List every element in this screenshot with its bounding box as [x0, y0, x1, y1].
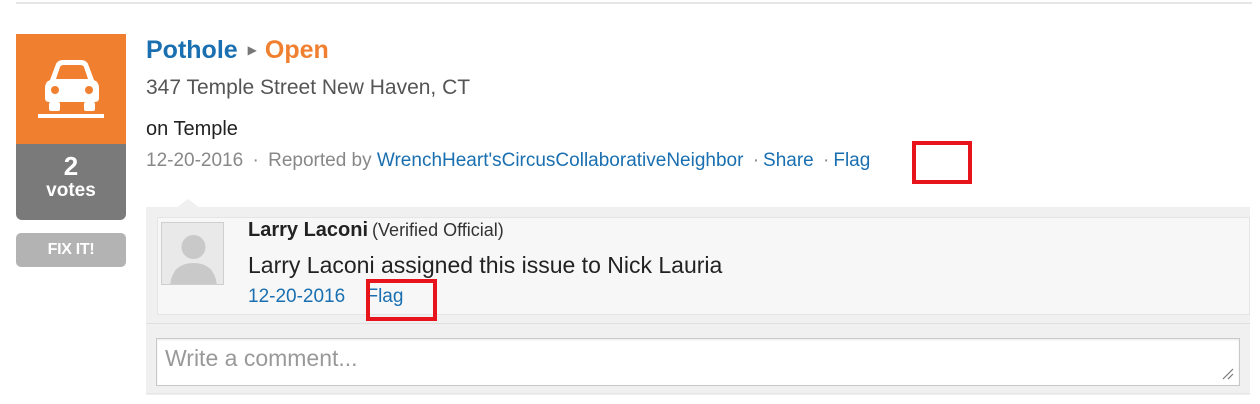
thread-pointer — [176, 199, 200, 208]
votes-counter: 2 votes — [16, 144, 126, 220]
issue-meta: 12-20-2016 · Reported by WrenchHeart'sCi… — [146, 150, 870, 172]
reported-by-label: Reported by — [268, 150, 372, 171]
issue-status: Open — [264, 36, 329, 64]
votes-count: 2 — [63, 151, 79, 181]
bottom-divider — [146, 393, 1250, 394]
fix-it-button[interactable]: FIX IT! — [16, 233, 126, 267]
flag-comment-highlight — [366, 279, 437, 321]
flag-issue-link[interactable]: Flag — [833, 150, 870, 171]
breadcrumb-arrow-icon: ▶ — [247, 43, 257, 57]
issue-category-icon — [16, 34, 126, 144]
flag-issue-highlight — [912, 141, 972, 184]
comment-author-name: Larry Laconi — [248, 219, 369, 241]
issue-date: 12-20-2016 — [146, 150, 244, 171]
comment-text: Larry Laconi assigned this issue to Nick… — [248, 252, 723, 278]
comment-author-role: (Verified Official) — [372, 220, 504, 240]
issue-description: on Temple — [146, 118, 238, 140]
reporter-link[interactable]: WrenchHeart'sCircusCollaborativeNeighbor — [377, 150, 744, 171]
votes-label: votes — [46, 180, 96, 201]
issue-type-link[interactable]: Pothole — [146, 36, 238, 64]
meta-separator: · — [823, 150, 830, 171]
comment-author: Larry Laconi (Verified Official) — [248, 219, 504, 242]
meta-separator: · — [752, 150, 760, 171]
top-divider — [16, 2, 1252, 4]
default-avatar-icon — [161, 222, 224, 285]
issue-title: Pothole ▶ Open — [146, 35, 329, 69]
share-link[interactable]: Share — [763, 150, 814, 171]
comment-date-link[interactable]: 12-20-2016 — [248, 286, 345, 307]
thread-divider — [146, 323, 1250, 324]
issue-address: 347 Temple Street New Haven, CT — [146, 76, 471, 99]
car-pothole-icon — [38, 60, 104, 118]
meta-separator: · — [252, 150, 259, 171]
comment-input[interactable] — [156, 338, 1240, 386]
resize-grip-icon[interactable] — [1222, 368, 1234, 380]
